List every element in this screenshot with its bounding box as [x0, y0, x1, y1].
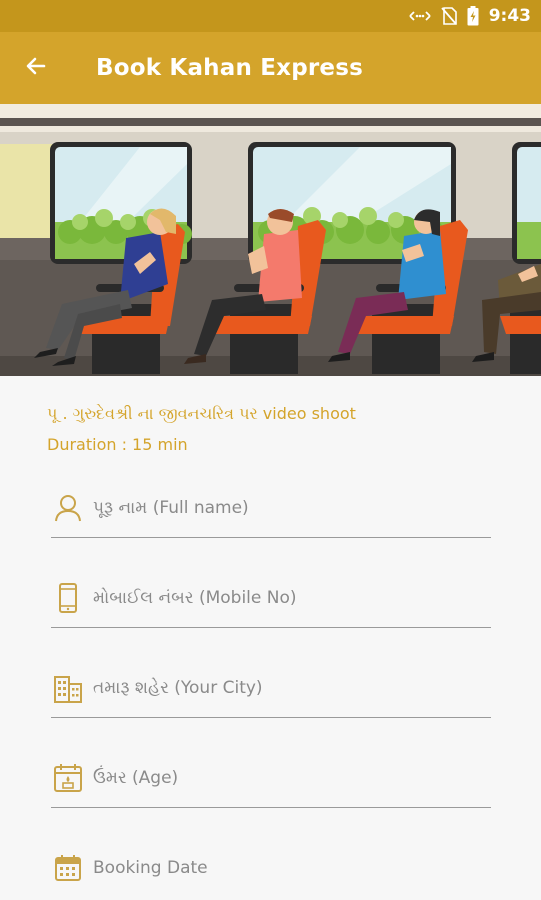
banner-illustration	[0, 104, 541, 376]
person-icon	[51, 491, 85, 525]
booking-date-placeholder: Booking Date	[93, 858, 208, 878]
no-sim-icon	[441, 7, 457, 25]
event-duration: Duration : 15 min	[47, 435, 188, 454]
buildings-icon	[51, 671, 85, 705]
mobile-phone-icon	[51, 581, 85, 615]
back-button[interactable]	[0, 32, 72, 104]
page-title: Book Kahan Express	[96, 55, 363, 81]
mobile-placeholder: મોબાઈલ નંબર (Mobile No)	[93, 587, 297, 608]
calendar-cake-icon	[51, 761, 85, 795]
booking-date-field[interactable]: Booking Date	[51, 838, 491, 898]
mobile-field[interactable]: મોબાઈલ નંબર (Mobile No)	[51, 568, 491, 628]
status-bar: 9:43	[0, 0, 541, 32]
event-subtitle: પૂ . ગુરુદેવશ્રી ના જીવનચરિત્ર પર video …	[47, 404, 356, 423]
full-name-field[interactable]: પૂરૂ નામ (Full name)	[51, 478, 491, 538]
app-bar: Book Kahan Express	[0, 32, 541, 104]
age-field[interactable]: ઉંમર (Age)	[51, 748, 491, 808]
data-arrows-icon	[409, 9, 431, 23]
calendar-icon	[51, 851, 85, 885]
full-name-placeholder: પૂરૂ નામ (Full name)	[93, 497, 249, 518]
arrow-left-icon	[24, 54, 48, 82]
status-time: 9:43	[488, 6, 531, 26]
age-placeholder: ઉંમર (Age)	[93, 767, 179, 788]
booking-form-section: પૂ . ગુરુદેવશ્રી ના જીવનચરિત્ર પર video …	[0, 376, 541, 900]
city-field[interactable]: તમારૂ શહેર (Your City)	[51, 658, 491, 718]
city-placeholder: તમારૂ શહેર (Your City)	[93, 677, 263, 698]
battery-charging-icon	[467, 6, 479, 26]
